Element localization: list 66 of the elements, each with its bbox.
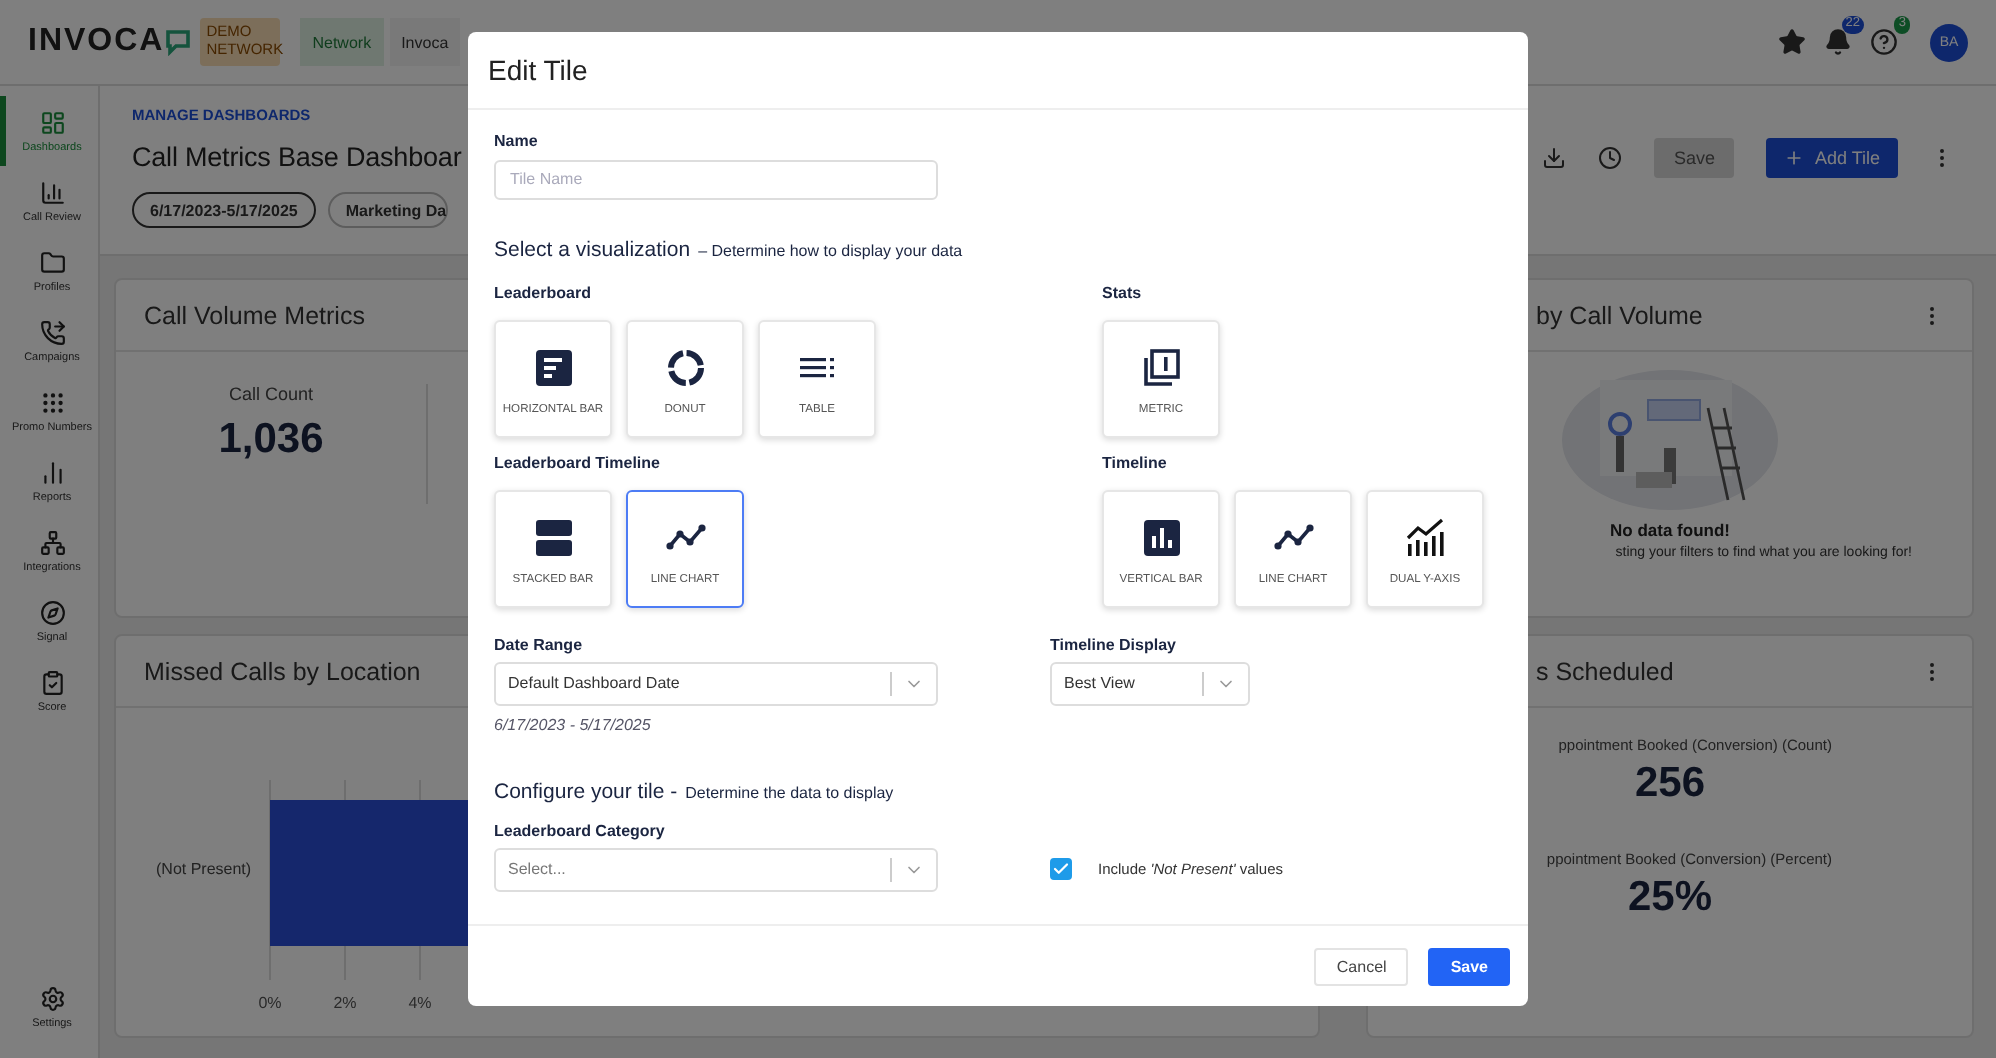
phone-forward-icon [39,319,65,345]
stacked-bar-icon [533,517,573,557]
stacked-squares-icon [1141,347,1181,387]
help-icon[interactable] [1870,28,1898,56]
section-heading: Select a visualization [494,237,691,261]
logo: INVOCA [28,24,165,60]
dot-grid-icon [39,389,65,415]
card-title: s Scheduled [1536,657,1674,685]
nav-tab[interactable]: Network [300,18,384,66]
bar-chart-icon [39,459,65,485]
group-label: Leaderboard Timeline [494,453,662,471]
section-subheading: Determine the data to display [685,783,894,801]
card-title: Missed Calls by Location [144,657,421,685]
group-label: Leaderboard [494,283,593,301]
download-icon[interactable] [1541,146,1566,170]
group-label: Timeline [1102,453,1169,471]
network-icon [39,529,65,555]
folder-icon [39,249,65,275]
stat-label: Call Count [228,384,314,404]
axis-tick-label: 0% [258,994,282,1012]
axis-tick-label: 2% [333,994,357,1012]
star-icon[interactable] [1778,28,1806,56]
checkmark-icon [1052,860,1070,878]
cancel-button[interactable]: Cancel [1314,947,1409,985]
axis-tick-label: 4% [408,994,432,1012]
section-heading: Configure your tile - [494,779,678,803]
name-input[interactable]: Tile Name [494,159,938,199]
settings-icon [39,985,65,1011]
filter-chip[interactable]: 6/17/2023-5/17/2025 [132,192,316,228]
field-label: Timeline Display [1050,635,1178,653]
vertical-bar-chart-icon [1141,517,1181,557]
include-checkbox[interactable] [1050,858,1072,880]
field-label: Name [494,132,540,150]
plus-icon [1784,148,1805,168]
clock-icon[interactable] [1597,146,1622,170]
save-button[interactable]: Save [1428,947,1510,985]
section-subheading: – Determine how to display your data [698,241,963,259]
field-label: Leaderboard Category [494,821,667,839]
dashboard-title: Call Metrics Base Dashboar [132,142,462,172]
field-label: Date Range [494,635,585,653]
stat-value: 1,036 [218,416,324,464]
card-title: by Call Volume [1536,301,1703,329]
date-range-select[interactable]: Default Dashboard Date [494,661,938,705]
donut-chart-icon [665,347,705,387]
category-select[interactable]: Select... [494,847,938,891]
dialog-title: Edit Tile [488,54,588,86]
group-label: Stats [1102,283,1144,301]
save-button[interactable]: Save [1653,138,1735,178]
clipboard-check-icon [39,669,65,695]
nav-tab[interactable]: Invoca [389,18,461,66]
stat-value: 25% [1627,874,1713,922]
axis-category-label: (Not Present) [156,860,250,878]
add-tile-button[interactable]: Add Tile [1766,138,1898,178]
compass-icon [39,599,65,625]
filter-chip[interactable]: Marketing Da [327,192,449,228]
bar-chart-icon [39,179,65,205]
stat-value: 256 [1634,760,1706,808]
dashboard-grid-icon [39,109,65,135]
date-range-hint: 6/17/2023 - 5/17/2025 [494,715,653,733]
bell-icon[interactable] [1824,28,1852,56]
card-title: Call Volume Metrics [144,301,365,329]
timeline-display-select[interactable]: Best View [1050,661,1250,705]
bar-line-chart-icon [1405,517,1445,557]
speech-bubble-icon [164,28,193,56]
empty-state-title: No data found! [1610,520,1730,540]
horizontal-bar-chart-icon [533,347,573,387]
